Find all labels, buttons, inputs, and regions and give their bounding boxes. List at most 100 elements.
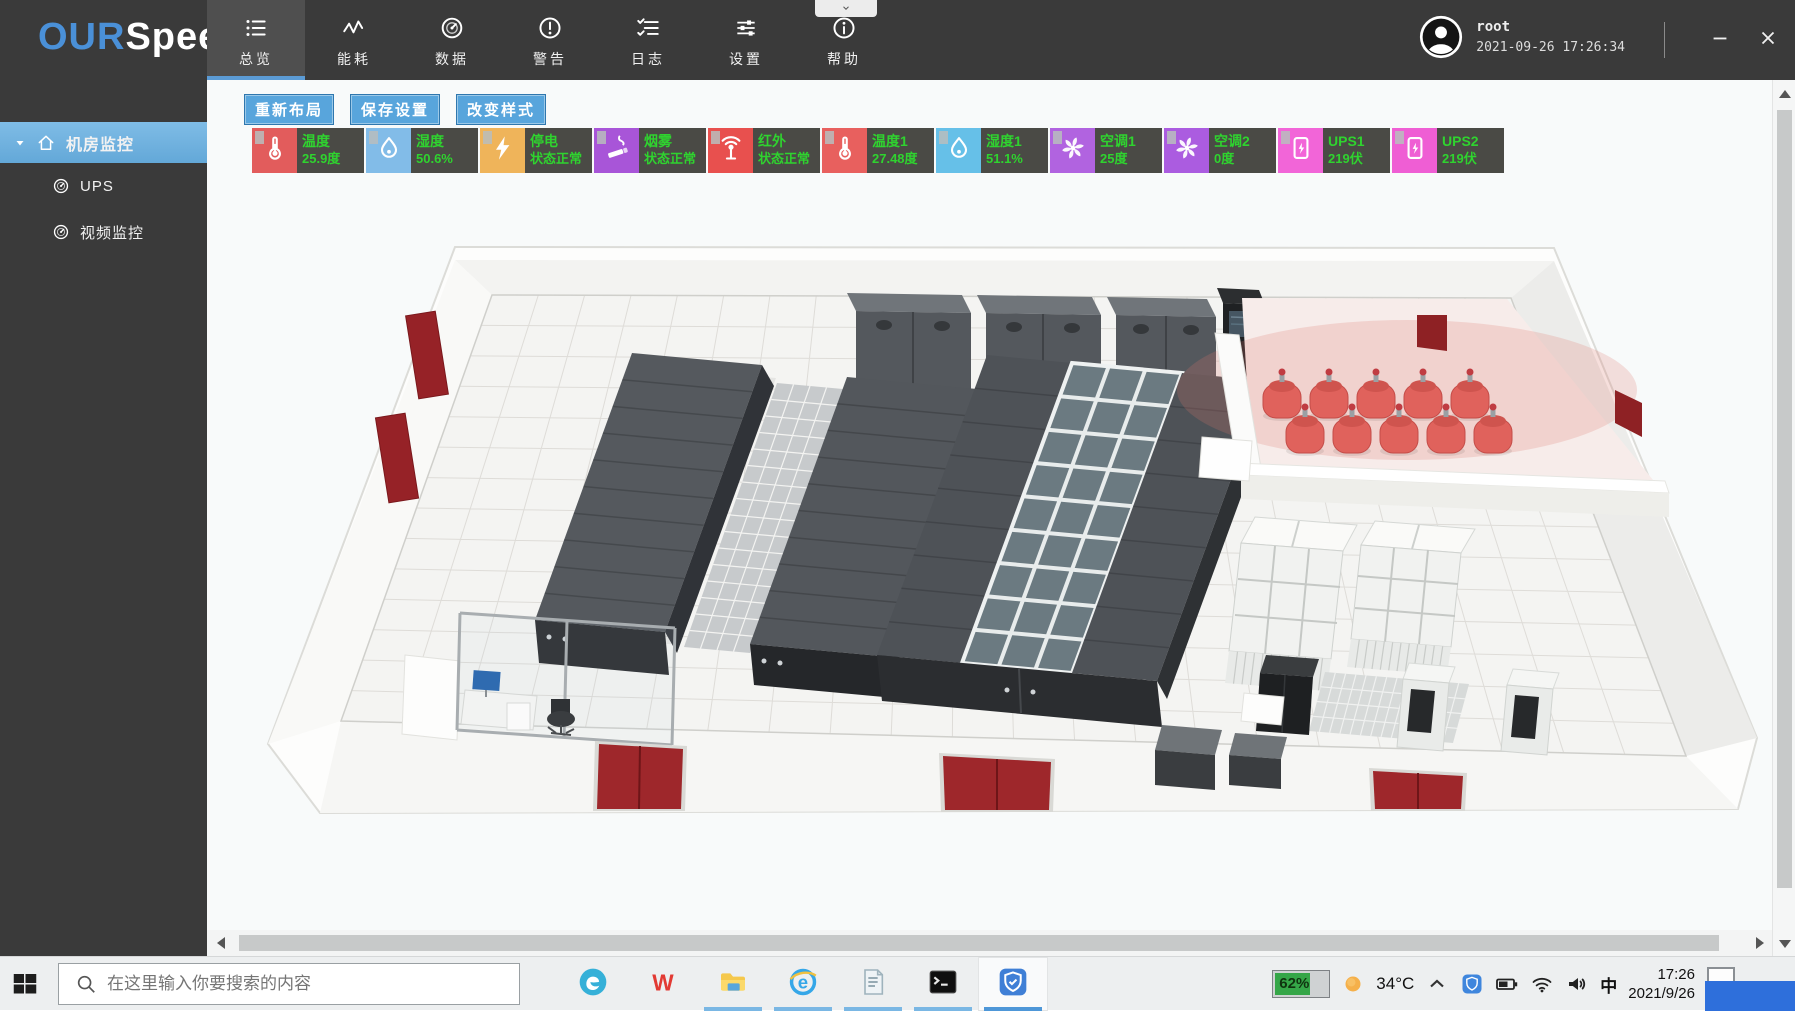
taskbar-app[interactable]	[908, 957, 978, 1011]
fire-suppression-room	[1177, 298, 1669, 517]
wps-icon: W	[647, 966, 679, 1003]
sensor-strip: 温度 25.9度 湿度 50.6% 停电 状态正常 烟雾	[252, 128, 1504, 173]
list-icon	[243, 15, 269, 41]
notepad-icon	[857, 966, 889, 1003]
nav-tab-label: 能耗	[337, 49, 371, 69]
sidebar: 机房监控 UPS 视频监控	[0, 80, 207, 956]
sensor-label: 湿度1	[986, 132, 1048, 150]
taskbar-app[interactable]	[558, 957, 628, 1011]
battery-percent-label: 62%	[1279, 975, 1309, 992]
thermometer-icon	[261, 134, 289, 167]
activity-icon	[341, 15, 367, 41]
sensor-value: 状态正常	[644, 150, 706, 167]
taskbar-app[interactable]: e	[768, 957, 838, 1011]
taskbar-apps: W e	[558, 957, 1048, 1011]
ie-icon: e	[787, 966, 819, 1003]
fan-icon	[1059, 134, 1087, 167]
sidebar-item[interactable]: UPS	[0, 163, 207, 209]
taskbar-app[interactable]: W	[628, 957, 698, 1011]
scroll-down-arrow[interactable]	[1779, 940, 1791, 948]
home-icon	[36, 133, 56, 153]
sensor-badge[interactable]: 空调1 25度	[1050, 128, 1162, 173]
log-icon	[635, 15, 661, 41]
nav-tab[interactable]: 数据	[403, 0, 501, 80]
user-name: root	[1476, 19, 1625, 35]
sensor-label: UPS1	[1328, 132, 1390, 150]
sensor-value: 0度	[1214, 150, 1276, 167]
edge-icon	[577, 966, 609, 1003]
ime-indicator[interactable]: 中	[1600, 972, 1617, 997]
sensor-label: 空调1	[1100, 132, 1162, 150]
horizontal-scroll-thumb[interactable]	[239, 935, 1719, 951]
user-datetime: 2021-09-26 17:26:34	[1476, 40, 1625, 55]
clock-time: 17:26	[1628, 965, 1695, 984]
horizontal-scrollbar[interactable]	[207, 930, 1772, 956]
close-button[interactable]	[1753, 26, 1783, 54]
user-block[interactable]: root 2021-09-26 17:26:34	[1418, 14, 1625, 60]
nav-tab[interactable]: 总览	[207, 0, 305, 80]
weather-temperature[interactable]: 34°C	[1376, 974, 1414, 994]
battery-icon	[1287, 134, 1315, 167]
scroll-up-arrow[interactable]	[1779, 90, 1791, 98]
main-nav: 总览 能耗 数据 警告 日志 设置 帮助	[207, 0, 893, 80]
sensor-value: 27.48度	[872, 150, 934, 167]
vertical-scroll-thumb[interactable]	[1777, 110, 1792, 888]
taskbar-app[interactable]	[698, 957, 768, 1011]
battery-icon[interactable]	[1495, 972, 1519, 996]
sidebar-item-label: UPS	[80, 178, 114, 195]
wifi-icon[interactable]	[1530, 972, 1554, 996]
sensor-label: 湿度	[416, 132, 478, 150]
nav-tab[interactable]: 警告	[501, 0, 599, 80]
tray-expand-icon[interactable]	[1425, 972, 1449, 996]
sensor-badge[interactable]: UPS1 219伏	[1278, 128, 1390, 173]
sensor-label: 红外	[758, 132, 820, 150]
sensor-badge[interactable]: UPS2 219伏	[1392, 128, 1504, 173]
vertical-scrollbar[interactable]	[1772, 80, 1795, 956]
sensor-badge[interactable]: 烟雾 状态正常	[594, 128, 706, 173]
sensor-badge[interactable]: 温度1 27.48度	[822, 128, 934, 173]
scroll-right-arrow[interactable]	[1756, 937, 1764, 949]
sidebar-item[interactable]: 机房监控	[0, 122, 207, 163]
sensor-badge[interactable]: 停电 状态正常	[480, 128, 592, 173]
start-button[interactable]	[10, 969, 42, 999]
thermometer-icon	[831, 134, 859, 167]
sensor-badge[interactable]: 湿度1 51.1%	[936, 128, 1048, 173]
header-collapse-tab[interactable]	[815, 0, 877, 17]
minimize-button[interactable]	[1705, 26, 1735, 54]
nav-tab-label: 总览	[239, 49, 273, 69]
background-window-edge	[1705, 981, 1795, 1011]
toolbar-button[interactable]: 改变样式	[456, 94, 546, 125]
nav-tab-label: 帮助	[827, 49, 861, 69]
weather-icon[interactable]	[1341, 972, 1365, 996]
settings-icon	[733, 15, 759, 41]
toolbar-button[interactable]: 保存设置	[350, 94, 440, 125]
search-input[interactable]	[107, 974, 519, 994]
nav-tab-label: 警告	[533, 49, 567, 69]
taskbar-clock[interactable]: 17:26 2021/9/26	[1628, 965, 1695, 1003]
sidebar-item[interactable]: 视频监控	[0, 209, 207, 255]
taskbar-app[interactable]	[838, 957, 908, 1011]
sensor-badge[interactable]: 湿度 50.6%	[366, 128, 478, 173]
logo-our: OUR	[38, 16, 125, 58]
sensor-badge[interactable]: 红外 状态正常	[708, 128, 820, 173]
droplet-icon	[945, 134, 973, 167]
taskbar-app[interactable]	[978, 957, 1048, 1011]
security-tray-icon[interactable]	[1460, 972, 1484, 996]
taskbar-search[interactable]	[58, 963, 520, 1005]
chevron-down-icon	[839, 0, 853, 18]
gauge-icon	[52, 223, 70, 241]
sensor-badge[interactable]: 空调2 0度	[1164, 128, 1276, 173]
pillar	[1199, 437, 1252, 481]
sensor-label: UPS2	[1442, 132, 1504, 150]
file-explorer-icon	[717, 966, 749, 1003]
nav-tab[interactable]: 能耗	[305, 0, 403, 80]
sensor-badge[interactable]: 温度 25.9度	[252, 128, 364, 173]
sensor-value: 25.9度	[302, 150, 364, 167]
sensor-value: 219伏	[1328, 150, 1390, 167]
volume-icon[interactable]	[1565, 972, 1589, 996]
scroll-left-arrow[interactable]	[217, 937, 225, 949]
toolbar-button[interactable]: 重新布局	[244, 94, 334, 125]
battery-percent-badge[interactable]: 62%	[1272, 970, 1330, 998]
nav-tab[interactable]: 设置	[697, 0, 795, 80]
nav-tab[interactable]: 日志	[599, 0, 697, 80]
